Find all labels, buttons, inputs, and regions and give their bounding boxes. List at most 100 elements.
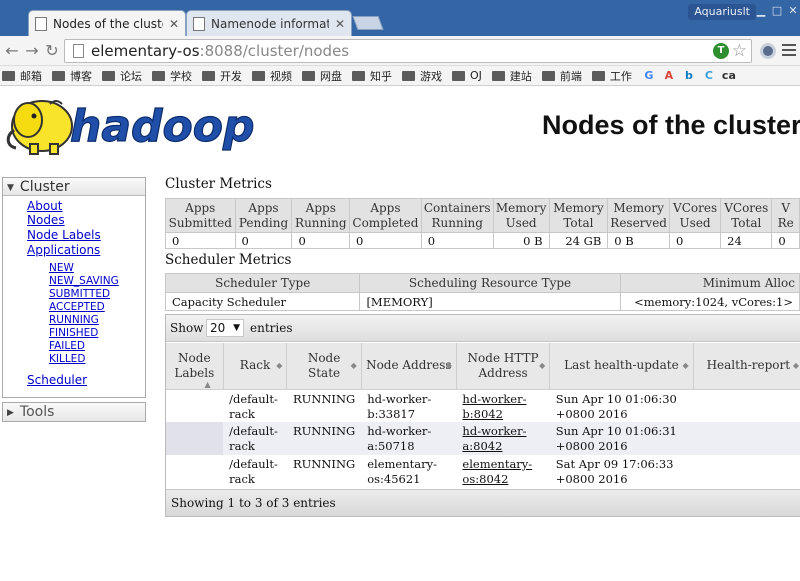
metric-header: Apps Completed bbox=[349, 198, 422, 233]
sidebar-link-nodes[interactable]: Nodes bbox=[27, 213, 65, 227]
minimize-icon[interactable]: ▁ bbox=[754, 4, 768, 18]
sidebar-link-state-failed[interactable]: FAILED bbox=[49, 340, 85, 352]
close-tab-icon[interactable]: ✕ bbox=[169, 17, 179, 31]
metric-value: 0 B bbox=[607, 232, 670, 249]
cell-report bbox=[693, 389, 800, 422]
tab-namenode-information[interactable]: Namenode information ✕ bbox=[186, 10, 352, 36]
bookmark-folder[interactable]: 博客 bbox=[52, 68, 92, 84]
metric-header: V Re bbox=[771, 198, 800, 233]
address-bar[interactable]: elementary-os:8088/cluster/nodes T ☆ bbox=[64, 39, 752, 63]
column-header[interactable]: Last health-update ◆ bbox=[549, 343, 694, 390]
bookmark-folder[interactable]: 视频 bbox=[252, 68, 292, 84]
metric-header: Memory Used bbox=[492, 198, 550, 233]
nodes-table-panel: Show 20 ▼ entries Node Labels ▲ Rack ◆ Node Sta… bbox=[165, 314, 800, 517]
forward-arrow-icon[interactable]: → bbox=[22, 41, 42, 61]
cell-state: RUNNING bbox=[286, 422, 362, 455]
cell-address: hd-worker-a:50718 bbox=[361, 422, 457, 455]
table-row: /default-rack RUNNING elementary-os:45621 e… bbox=[166, 455, 800, 488]
profile-user-badge[interactable]: Aquariuslt bbox=[688, 4, 756, 20]
sidebar-link-scheduler[interactable]: Scheduler bbox=[27, 373, 87, 387]
reload-icon[interactable]: ↻ bbox=[42, 41, 62, 61]
page-favicon-icon bbox=[193, 16, 205, 31]
column-header[interactable]: Node Labels ▲ bbox=[166, 343, 224, 390]
sidebar-link-state-new-saving[interactable]: NEW_SAVING bbox=[49, 275, 119, 287]
app-c-icon[interactable]: C bbox=[702, 69, 716, 83]
bookmark-label: 博客 bbox=[70, 69, 92, 83]
bookmark-folder[interactable]: 工作 bbox=[591, 68, 632, 84]
folder-icon bbox=[541, 70, 555, 81]
minimum-allocation-header: Minimum Alloc bbox=[619, 273, 800, 293]
tab-nodes-of-the-cluster[interactable]: Nodes of the cluster ✕ bbox=[28, 10, 186, 36]
bookmark-folder[interactable]: OJ bbox=[452, 69, 482, 82]
address-url[interactable]: elementary-os:8088/cluster/nodes bbox=[91, 42, 349, 60]
column-header[interactable]: Health-report ◆ bbox=[693, 343, 800, 390]
bookmark-label: 工作 bbox=[609, 69, 632, 83]
page-info-icon[interactable] bbox=[73, 44, 84, 58]
cluster-metrics-table: Apps Submitted Apps Pending Apps Running Apps C… bbox=[165, 198, 800, 249]
folder-icon bbox=[302, 70, 315, 81]
bookmark-label: 论坛 bbox=[120, 69, 142, 83]
bookmark-folder[interactable]: 游戏 bbox=[402, 68, 442, 84]
browser-titlebar: Nodes of the cluster ✕ Namenode informat… bbox=[0, 0, 800, 36]
new-tab-button[interactable] bbox=[352, 16, 384, 30]
bookmark-label: 建站 bbox=[509, 69, 532, 83]
column-header[interactable]: Node State ◆ bbox=[286, 343, 362, 390]
back-arrow-icon[interactable]: ← bbox=[2, 41, 22, 61]
extension-icon[interactable] bbox=[760, 43, 776, 59]
bookmark-folder[interactable]: 论坛 bbox=[102, 68, 142, 84]
sidebar-link-state-new[interactable]: NEW bbox=[49, 262, 74, 274]
maximize-icon[interactable]: □ bbox=[770, 4, 784, 18]
sidebar-link-node-labels[interactable]: Node Labels bbox=[27, 228, 101, 242]
sidebar-link-state-submitted[interactable]: SUBMITTED bbox=[49, 288, 110, 300]
bookmark-folder[interactable]: 开发 bbox=[202, 68, 242, 84]
bookmark-folder[interactable]: 知乎 bbox=[352, 68, 392, 84]
bookmark-folder[interactable]: 前端 bbox=[541, 68, 582, 84]
sidebar-tools-header[interactable]: ▶ Tools bbox=[3, 403, 145, 421]
metric-header: Memory Total bbox=[548, 198, 609, 233]
close-tab-icon[interactable]: ✕ bbox=[335, 17, 345, 31]
bookmark-folder[interactable]: 学校 bbox=[152, 68, 192, 84]
column-header[interactable]: Rack ◆ bbox=[223, 343, 288, 390]
folder-icon bbox=[402, 70, 415, 81]
column-header[interactable]: Node HTTP Address ◆ bbox=[456, 343, 551, 390]
bing-icon[interactable]: b bbox=[682, 69, 696, 83]
bookmark-folder[interactable]: 网盘 bbox=[302, 68, 342, 84]
sidebar-link-state-accepted[interactable]: ACCEPTED bbox=[49, 301, 105, 313]
sidebar-cluster-header[interactable]: ▼ Cluster bbox=[3, 178, 145, 196]
bookmark-folder[interactable]: 建站 bbox=[491, 68, 532, 84]
cell-health-update: Sun Apr 10 01:06:30 +0800 2016 bbox=[549, 389, 694, 422]
app-ca-icon[interactable]: ca bbox=[722, 69, 736, 83]
bookmark-folder[interactable]: 邮箱 bbox=[2, 68, 42, 84]
sidebar-link-applications[interactable]: Applications bbox=[27, 243, 100, 257]
column-header[interactable]: Node Address ◆ bbox=[361, 343, 457, 390]
cluster-metrics-title: Cluster Metrics bbox=[165, 176, 272, 192]
folder-icon bbox=[52, 70, 65, 81]
sidebar-link-about[interactable]: About bbox=[27, 199, 62, 213]
metric-header: VCores Used bbox=[668, 198, 722, 233]
table-row: /default-rack RUNNING hd-worker-a:50718 hd-… bbox=[166, 422, 800, 455]
sidebar-link-state-finished[interactable]: FINISHED bbox=[49, 327, 98, 339]
cell-health-update: Sun Apr 10 01:06:31 +0800 2016 bbox=[549, 422, 694, 455]
page-size-select[interactable]: 20 ▼ bbox=[206, 319, 244, 337]
google-icon[interactable]: G bbox=[642, 69, 656, 83]
hamburger-menu-icon[interactable] bbox=[782, 44, 796, 59]
sidebar-link-state-running[interactable]: RUNNING bbox=[49, 314, 99, 326]
logo-text: hadoop bbox=[70, 101, 254, 152]
folder-icon bbox=[2, 70, 15, 81]
shield-extension-icon[interactable]: T bbox=[713, 43, 729, 59]
window-close-icon[interactable]: ✕ bbox=[786, 4, 800, 18]
cell-http[interactable]: hd-worker-a:8042 bbox=[456, 422, 550, 455]
scheduler-type-header: Scheduler Type bbox=[164, 273, 361, 293]
table-row: /default-rack RUNNING hd-worker-b:33817 hd-… bbox=[166, 389, 800, 422]
app-a-icon[interactable]: A bbox=[662, 69, 676, 83]
table-info-footer: Showing 1 to 3 of 3 entries bbox=[166, 489, 800, 516]
metric-value: 0 bbox=[234, 232, 293, 249]
cell-http[interactable]: elementary-os:8042 bbox=[456, 455, 550, 488]
cell-rack: /default-rack bbox=[223, 455, 287, 488]
sort-icon: ◆ bbox=[792, 361, 799, 370]
sidebar-link-state-killed[interactable]: KILLED bbox=[49, 353, 85, 365]
bookmark-star-icon[interactable]: ☆ bbox=[732, 41, 747, 61]
cell-http[interactable]: hd-worker-b:8042 bbox=[456, 389, 550, 422]
scheduler-type-value: Capacity Scheduler bbox=[164, 292, 361, 311]
bookmark-label: OJ bbox=[470, 69, 482, 82]
